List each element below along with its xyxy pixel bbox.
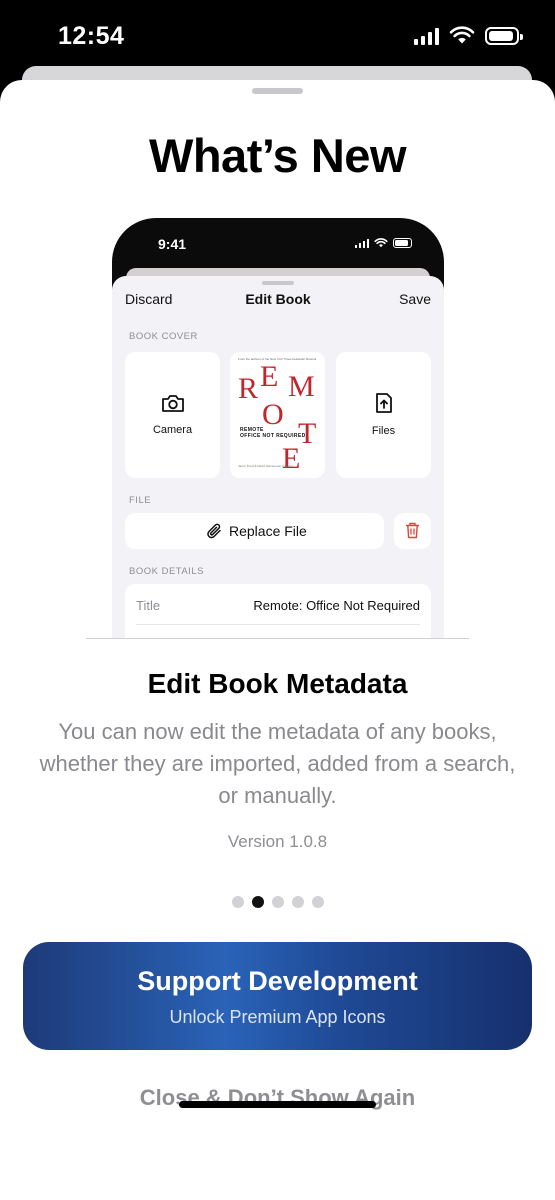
status-time: 12:54 [58,22,125,50]
preview-book-cover: From the authors of the New York Times b… [230,352,325,478]
support-button-subtitle: Unlock Premium App Icons [169,1007,386,1027]
preview-title-label: Title [136,598,161,613]
preview-replace-file-label: Replace File [229,523,307,539]
preview-status-icons [354,238,412,248]
cellular-signal-icon [414,27,439,45]
cover-subtitle: REMOTE OFFICE NOT REQUIRED [240,427,306,439]
preview-camera-label: Camera [152,424,193,436]
cover-letter-e: E [260,360,279,393]
preview-discard-button: Discard [125,291,173,307]
feature-preview-phone: 9:41 Discard Edit Book Save BOOK COVER C… [112,218,444,638]
preview-files-card: Files [336,352,431,478]
support-development-button[interactable]: Support Development Unlock Premium App I… [23,942,532,1050]
preview-divider [86,638,469,639]
cover-letter-m: M [288,370,315,403]
cover-letter-o: O [262,398,284,431]
preview-camera-card: Camera [125,352,220,478]
preview-status-bar: 9:41 [112,218,444,268]
status-bar: 12:54 [0,0,555,70]
preview-book-details-header: BOOK DETAILS [129,566,204,577]
cover-letter-r: R [238,372,259,405]
feature-description: You can now edit the metadata of any boo… [39,719,516,808]
preview-book-details-card: Title Remote: Office Not Required [125,584,431,638]
status-icons [414,26,523,45]
version-label: Version 1.0.8 [227,832,328,851]
preview-row-divider [136,624,420,625]
preview-save-button: Save [399,291,431,307]
cover-letter-e2: E [282,442,301,475]
whats-new-sheet: What’s New 9:41 Discard Edit Book Save B… [0,80,555,1200]
preview-status-time: 9:41 [158,236,187,252]
cover-authors: Jason Fried & David Heinemeier Hansson [238,464,294,468]
camera-icon [161,395,184,412]
preview-files-label: Files [371,425,396,437]
page-dot[interactable] [231,896,244,908]
preview-grabber [262,281,294,285]
page-dot[interactable] [271,896,284,908]
paperclip-icon [207,523,221,539]
battery-icon [485,26,523,45]
page-indicator[interactable] [0,896,555,908]
preview-file-header: FILE [129,495,152,506]
trash-icon [406,522,419,539]
preview-book-cover-header: BOOK COVER [129,331,198,342]
preview-edit-book-sheet: Discard Edit Book Save BOOK COVER Camera… [112,276,444,638]
feature-title: Edit Book Metadata [147,668,408,699]
page-dot[interactable] [291,896,304,908]
page-title: What’s New [148,129,407,182]
preview-title-value: Remote: Office Not Required [253,598,420,613]
preview-signal-icon [354,238,369,248]
wifi-icon [449,26,475,44]
document-upload-icon [375,393,392,413]
page-dot[interactable] [251,896,264,908]
cover-tagline: From the authors of the New York Times b… [238,357,317,361]
home-indicator [179,1101,376,1108]
preview-replace-file-button: Replace File [125,513,384,549]
cover-subtitle-line-2: OFFICE NOT REQUIRED [240,433,306,439]
preview-battery-icon [393,238,412,248]
preview-wifi-icon [374,238,388,248]
sheet-grabber[interactable] [252,88,303,94]
support-button-title: Support Development [137,966,418,996]
preview-delete-file-button [394,513,431,549]
page-dot[interactable] [311,896,324,908]
